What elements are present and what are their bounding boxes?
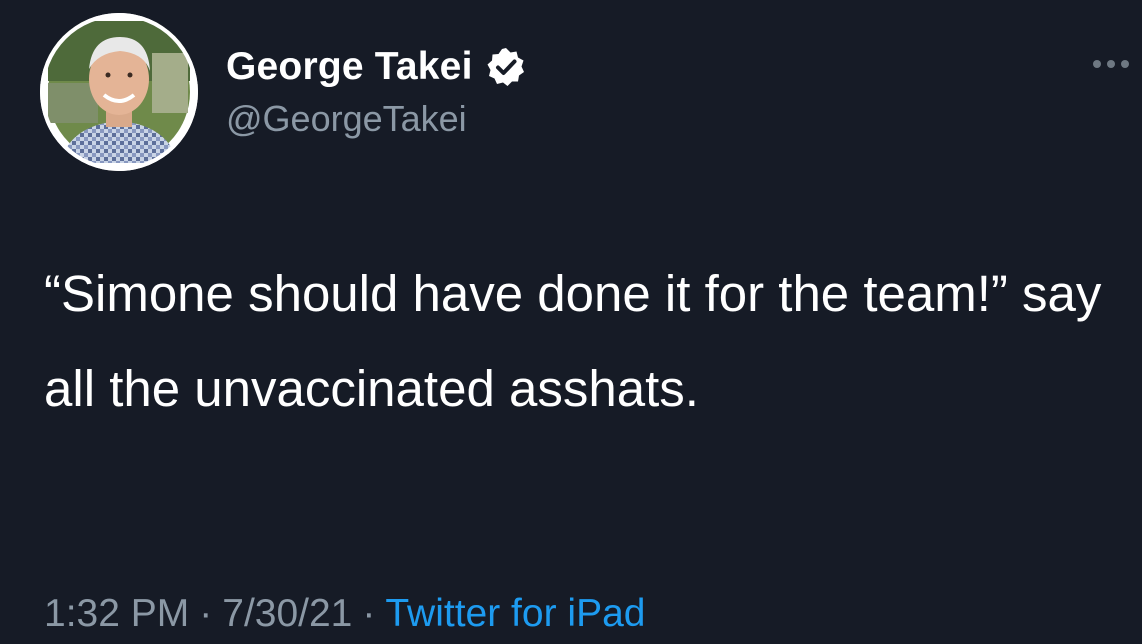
verified-badge-icon bbox=[485, 46, 527, 88]
meta-separator: · bbox=[362, 592, 376, 635]
tweet-date[interactable]: 7/30/21 bbox=[222, 592, 352, 635]
display-name[interactable]: George Takei bbox=[226, 45, 473, 89]
tweet-meta: 1:32 PM · 7/30/21 · Twitter for iPad bbox=[44, 592, 645, 636]
tweet-text: “Simone should have done it for the team… bbox=[44, 265, 1102, 417]
tweet-card: George Takei @GeorgeTakei “Simone should… bbox=[0, 0, 1142, 644]
user-handle[interactable]: @GeorgeTakei bbox=[226, 98, 467, 140]
meta-separator: · bbox=[199, 592, 213, 635]
more-options-icon[interactable] bbox=[1088, 52, 1138, 76]
avatar[interactable] bbox=[40, 13, 198, 171]
author-name-row[interactable]: George Takei bbox=[226, 40, 527, 94]
profile-photo bbox=[40, 13, 198, 171]
tweet-source-link[interactable]: Twitter for iPad bbox=[385, 592, 645, 635]
tweet-time[interactable]: 1:32 PM bbox=[44, 592, 189, 635]
